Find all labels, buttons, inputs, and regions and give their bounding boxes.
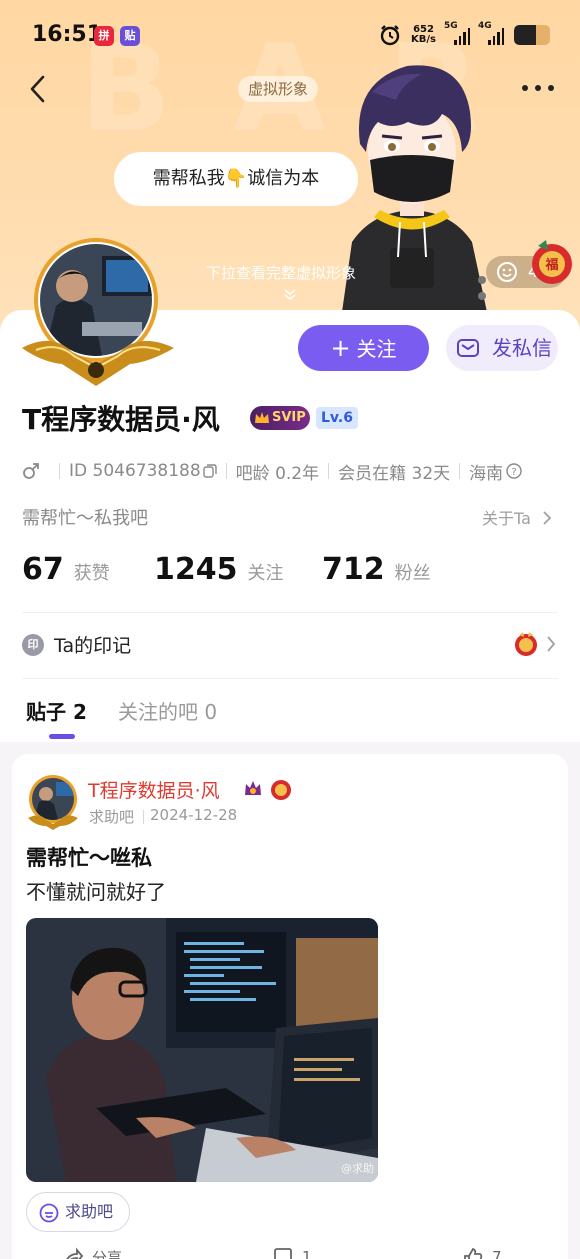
ta-mark-label: Ta的印记	[54, 635, 132, 657]
account-age: 吧龄 0.2年	[235, 463, 320, 484]
follow-button[interactable]: + 关注	[298, 325, 429, 371]
divider	[22, 612, 558, 613]
mail-icon	[457, 339, 479, 357]
location: 海南	[469, 463, 504, 484]
username: T程序数据员·风	[22, 403, 220, 436]
speech-bubble: 需帮私我👇诚信为本	[114, 152, 358, 206]
tieba-app-icon: 贴	[120, 26, 140, 46]
crown-icon	[255, 412, 269, 423]
like-button[interactable]: 7	[462, 1246, 502, 1259]
post-author-avatar[interactable]	[26, 774, 80, 830]
net-speed: 652 KB/s	[411, 24, 436, 45]
alarm-icon	[380, 25, 400, 46]
svip-badge[interactable]: SVIP	[250, 406, 310, 430]
post-forum-name[interactable]: 求助吧	[89, 806, 134, 827]
back-icon[interactable]	[24, 74, 54, 104]
post-author-name[interactable]: T程序数据员·风	[88, 776, 220, 803]
svg-text:福: 福	[544, 257, 558, 273]
comment-icon	[274, 1248, 292, 1259]
post-date: 2024-12-28	[150, 806, 238, 824]
status-time: 16:51	[32, 22, 103, 47]
pinduoduo-app-icon: 拼	[94, 26, 114, 46]
status-bar: 16:51 拼 贴 652 KB/s 5G 4G	[0, 0, 580, 70]
avatar[interactable]	[12, 236, 184, 396]
crown-icon	[245, 781, 261, 795]
divider	[22, 678, 558, 679]
post-actions: 分享 1 7	[62, 1246, 542, 1259]
user-bio: 需帮忙～私我吧	[22, 508, 148, 529]
fortune-emblem-icon	[515, 632, 537, 656]
level-badge[interactable]: Lv.6	[316, 407, 358, 429]
chevron-right-icon	[543, 511, 552, 525]
tab-followed-forums[interactable]: 关注的吧 0	[118, 696, 217, 725]
seal-icon: 印	[22, 634, 44, 656]
programmer-photo	[26, 918, 378, 1182]
share-icon	[66, 1247, 84, 1259]
chevron-right-icon	[547, 636, 556, 652]
more-icon[interactable]	[520, 78, 556, 98]
post-body[interactable]: 不懂就问就好了	[26, 876, 166, 905]
male-icon	[23, 463, 39, 479]
smile-icon	[497, 262, 517, 282]
forum-icon	[39, 1203, 59, 1223]
about-ta-link[interactable]: 关于Ta	[482, 505, 552, 529]
comment-button[interactable]: 1	[272, 1246, 312, 1259]
pull-down-hint: 下拉查看完整虚拟形象	[206, 264, 357, 282]
stat-likes[interactable]: 67 获赞	[22, 552, 110, 587]
signal-icon: 4G	[478, 21, 504, 45]
share-button[interactable]: 分享	[62, 1246, 122, 1259]
virtual-avatar-tag[interactable]: 虚拟形象	[238, 76, 319, 102]
stat-followers[interactable]: 712 粉丝	[322, 552, 431, 587]
profile-meta-row: ID 5046738188 吧龄 0.2年 会员在籍 32天 海南 ?	[22, 458, 522, 484]
svg-text:?: ?	[512, 467, 517, 478]
user-id[interactable]: ID 5046738188	[69, 461, 201, 481]
stat-following[interactable]: 1245 关注	[154, 552, 284, 587]
tab-posts[interactable]: 贴子 2	[26, 696, 87, 725]
image-watermark: @求助	[341, 1162, 374, 1175]
battery-icon	[514, 25, 550, 45]
active-tab-indicator	[49, 734, 75, 739]
copy-icon[interactable]	[202, 464, 217, 478]
post-card[interactable]: T程序数据员·风 求助吧 2024-12-28 需帮忙～咝私 不懂就问就好了 @…	[12, 754, 568, 1259]
post-title[interactable]: 需帮忙～咝私	[26, 842, 152, 872]
gift-icon[interactable]: 福	[528, 236, 576, 288]
send-message-button[interactable]: 发私信	[446, 325, 558, 371]
stats-row: 67 获赞 1245 关注 712 粉丝	[22, 552, 542, 592]
divider	[143, 810, 144, 824]
forum-chip[interactable]: 求助吧	[26, 1192, 131, 1232]
post-image[interactable]: @求助	[26, 918, 378, 1182]
ta-mark-row[interactable]: 印 Ta的印记	[22, 628, 558, 664]
fortune-emblem-icon	[271, 780, 291, 800]
chevron-down-icon	[284, 289, 296, 300]
like-icon	[464, 1247, 483, 1259]
signal-icon: 5G	[444, 21, 470, 45]
help-icon[interactable]: ?	[506, 463, 522, 479]
member-days: 会员在籍 32天	[338, 463, 451, 484]
